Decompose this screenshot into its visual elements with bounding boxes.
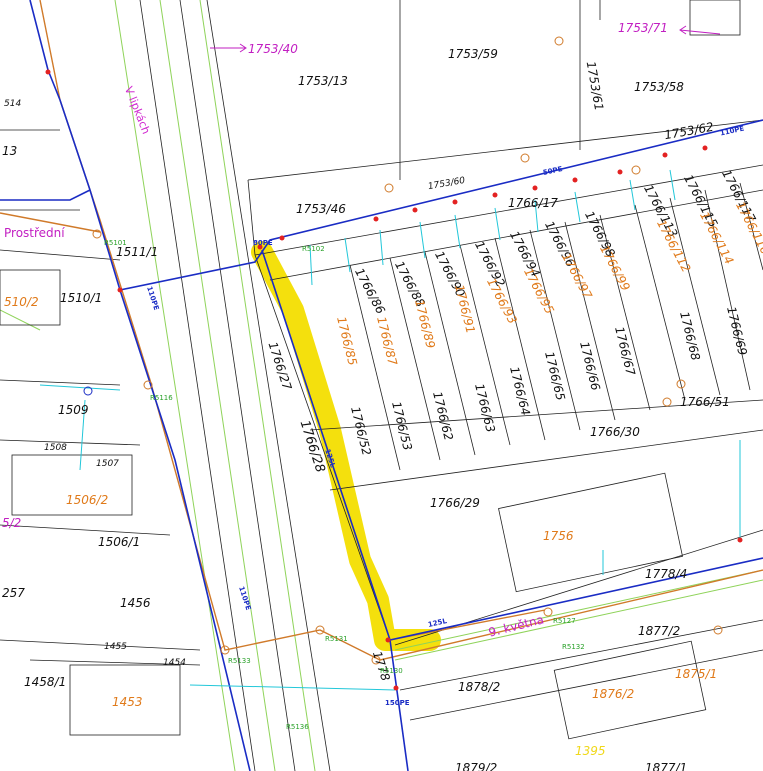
parcel-label: 1511/1 (116, 245, 159, 259)
parcel-label: 257 (2, 586, 25, 600)
node-code: R5130 (380, 667, 403, 675)
parcel-label: 1878/2 (458, 680, 501, 694)
building-label: 1756 (543, 529, 574, 543)
parcel-ref-label: 1753/40 (248, 42, 298, 56)
node-code: R5101 (104, 239, 127, 247)
pipe-label: 150PE (385, 699, 410, 707)
parcel-ref-label: 5/2 (2, 516, 22, 530)
parcel-label: 1766/51 (680, 395, 730, 409)
parcel-label: 1766/30 (590, 425, 640, 439)
parcel-label: 13 (2, 144, 18, 158)
parcel-label: 1506/1 (98, 535, 141, 549)
node-code: R5133 (228, 657, 251, 665)
parcel-label: 1753/46 (296, 202, 346, 216)
parcel-label: 1778/4 (645, 567, 688, 581)
street-prostredni: Prostřední (4, 226, 65, 240)
building-label: 1875/1 (675, 667, 718, 681)
parcel-label: 1509 (58, 403, 89, 417)
parcel-label: 1508 (44, 443, 67, 453)
cadastral-map: V lipkách Prostřední 9. května 1753/13 1… (0, 0, 763, 771)
parcel-label: 1507 (96, 459, 119, 469)
parcel-ref-label: 1753/71 (618, 21, 668, 35)
parcel-label: 1877/1 (645, 761, 688, 771)
parcel-label: 1455 (104, 642, 127, 652)
parcel-label: 1766/29 (430, 496, 480, 510)
parcel-label: 1877/2 (638, 624, 681, 638)
parcel-label: 514 (4, 99, 22, 109)
parcel-label: 1456 (120, 596, 151, 610)
pipe-label: 80PE (253, 239, 273, 247)
node-code: R5127 (553, 617, 576, 625)
parcel-label: 1753/59 (448, 47, 498, 61)
node-code: R5116 (150, 394, 173, 402)
node-code: R5102 (302, 245, 325, 253)
node-code: R5136 (286, 723, 309, 731)
building-label: 1506/2 (66, 493, 109, 507)
node-code: R5132 (562, 643, 585, 651)
node-code: R5131 (325, 635, 348, 643)
parcel-label: 1753/58 (634, 80, 684, 94)
parcel-label: 1766/17 (508, 196, 558, 210)
building-label: 1453 (112, 695, 143, 709)
parcel-label: 1753/13 (298, 74, 348, 88)
parcel-ref-label: 1395 (575, 744, 606, 758)
parcel-label: 1510/1 (60, 291, 103, 305)
parcel-label: 1454 (163, 658, 186, 668)
building-label: 510/2 (4, 295, 39, 309)
parcel-label: 1458/1 (24, 675, 67, 689)
building-label: 1876/2 (592, 687, 635, 701)
parcel-label: 1879/2 (455, 761, 498, 771)
